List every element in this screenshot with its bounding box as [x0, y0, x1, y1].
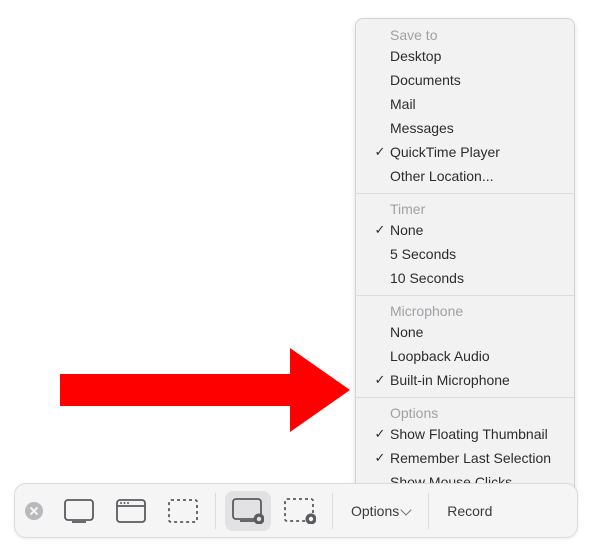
- arrow-shaft: [60, 374, 290, 406]
- screenshot-toolbar: Options Record: [14, 483, 578, 538]
- menu-item-label: None: [390, 220, 423, 240]
- menu-separator: [356, 193, 574, 194]
- menu-item-timer-10s[interactable]: 10 Seconds: [356, 266, 574, 290]
- menu-separator: [356, 295, 574, 296]
- menu-item-label: 5 Seconds: [390, 244, 456, 264]
- menu-item-remember-selection[interactable]: ✓Remember Last Selection: [356, 446, 574, 470]
- menu-item-label: Show Floating Thumbnail: [390, 424, 548, 444]
- menu-item-mic-loopback[interactable]: Loopback Audio: [356, 344, 574, 368]
- menu-item-label: Loopback Audio: [390, 346, 490, 366]
- menu-item-label: 10 Seconds: [390, 268, 464, 288]
- menu-item-desktop[interactable]: Desktop: [356, 44, 574, 68]
- menu-item-mic-builtin[interactable]: ✓Built-in Microphone: [356, 368, 574, 392]
- menu-section-header: Save to: [356, 25, 574, 44]
- menu-item-mic-none[interactable]: None: [356, 320, 574, 344]
- capture-entire-screen-button[interactable]: [56, 491, 102, 531]
- arrow-head-icon: [290, 348, 350, 432]
- toolbar-separator: [428, 493, 429, 529]
- menu-item-documents[interactable]: Documents: [356, 68, 574, 92]
- screen-record-icon: [232, 498, 264, 524]
- menu-item-label: Built-in Microphone: [390, 370, 510, 390]
- menu-item-label: Desktop: [390, 46, 441, 66]
- menu-item-timer-5s[interactable]: 5 Seconds: [356, 242, 574, 266]
- menu-item-label: None: [390, 322, 423, 342]
- menu-item-label: Remember Last Selection: [390, 448, 551, 468]
- screen-icon: [64, 499, 94, 523]
- menu-section-header: Microphone: [356, 301, 574, 320]
- menu-separator: [356, 397, 574, 398]
- menu-item-label: Other Location...: [390, 166, 494, 186]
- menu-item-timer-none[interactable]: ✓None: [356, 218, 574, 242]
- menu-item-label: Messages: [390, 118, 454, 138]
- menu-item-floating-thumb[interactable]: ✓Show Floating Thumbnail: [356, 422, 574, 446]
- menu-item-quicktime[interactable]: ✓QuickTime Player: [356, 140, 574, 164]
- chevron-down-icon: [401, 504, 412, 515]
- capture-window-button[interactable]: [108, 491, 154, 531]
- checkmark-icon: ✓: [370, 424, 390, 444]
- menu-item-other-location[interactable]: Other Location...: [356, 164, 574, 188]
- record-button[interactable]: Record: [435, 491, 504, 531]
- checkmark-icon: ✓: [370, 220, 390, 240]
- checkmark-icon: ✓: [370, 370, 390, 390]
- close-icon[interactable]: [25, 502, 43, 520]
- options-button[interactable]: Options: [339, 491, 422, 531]
- toolbar-separator: [215, 493, 216, 529]
- menu-section-header: Timer: [356, 199, 574, 218]
- menu-item-label: QuickTime Player: [390, 142, 500, 162]
- menu-item-label: Documents: [390, 70, 461, 90]
- checkmark-icon: ✓: [370, 142, 390, 162]
- checkmark-icon: ✓: [370, 448, 390, 468]
- options-menu: Save to Desktop Documents Mail Messages …: [355, 18, 575, 501]
- selection-record-icon: [284, 498, 316, 524]
- pointer-arrow: [60, 348, 350, 432]
- record-selection-button[interactable]: [277, 491, 323, 531]
- options-label: Options: [351, 503, 399, 519]
- menu-item-mail[interactable]: Mail: [356, 92, 574, 116]
- toolbar-separator: [332, 493, 333, 529]
- selection-icon: [168, 499, 198, 523]
- menu-section-header: Options: [356, 403, 574, 422]
- menu-item-messages[interactable]: Messages: [356, 116, 574, 140]
- menu-item-label: Mail: [390, 94, 416, 114]
- window-icon: [116, 499, 146, 523]
- record-entire-screen-button[interactable]: [225, 491, 271, 531]
- record-label: Record: [447, 503, 492, 519]
- capture-selection-button[interactable]: [160, 491, 206, 531]
